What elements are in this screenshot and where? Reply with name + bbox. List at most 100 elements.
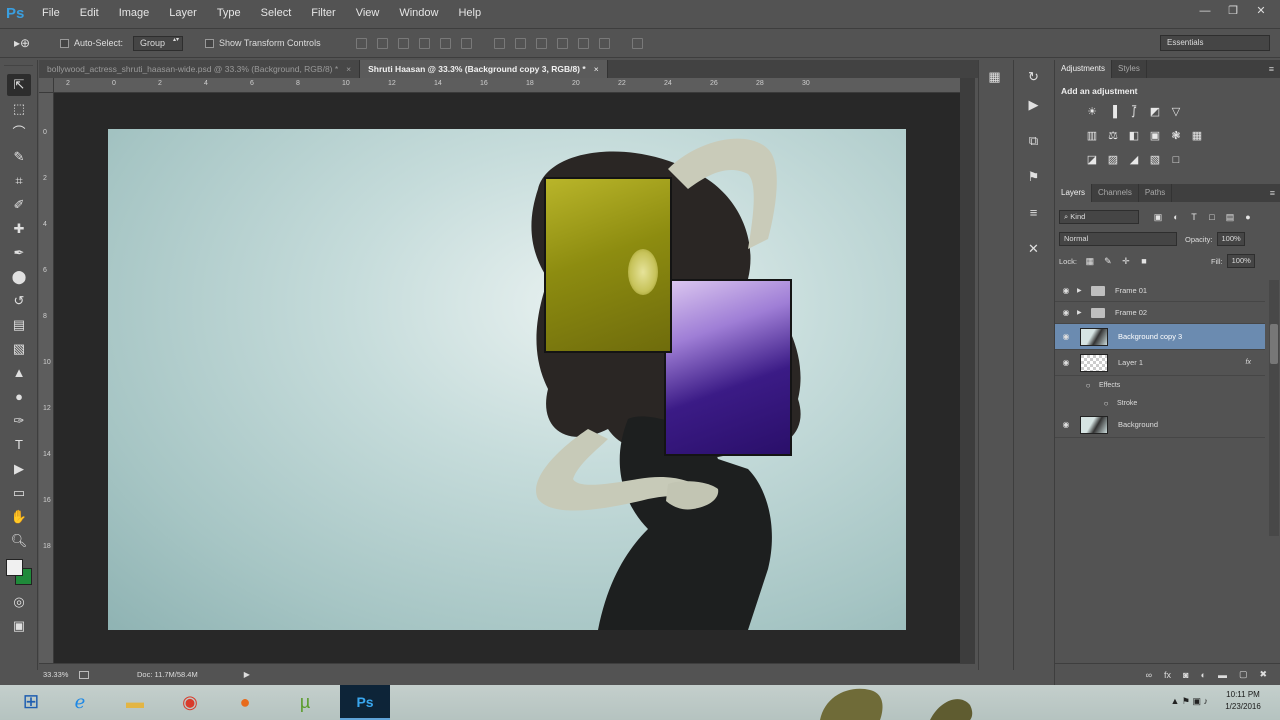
- lock-image-icon[interactable]: ✎: [1103, 256, 1113, 266]
- clock[interactable]: 10:11 PM 1/23/2016: [1216, 689, 1270, 713]
- tools-grip[interactable]: [4, 60, 33, 66]
- tab-styles[interactable]: Styles: [1112, 60, 1147, 78]
- actions-play-icon[interactable]: ▶: [1023, 94, 1045, 116]
- lock-all-icon[interactable]: ■: [1139, 256, 1149, 266]
- minimize-button[interactable]: —: [1192, 3, 1218, 19]
- selective-color-icon[interactable]: ▧: [1148, 153, 1162, 167]
- menu-window[interactable]: Window: [389, 0, 448, 27]
- menu-filter[interactable]: Filter: [301, 0, 345, 27]
- gradient-tool-icon[interactable]: ▧: [7, 338, 31, 360]
- blend-mode-dropdown[interactable]: Normal: [1059, 232, 1177, 246]
- align-bottom-edges-icon[interactable]: [397, 37, 409, 49]
- fx-badge-icon[interactable]: fx: [1246, 359, 1251, 366]
- align-top-edges-icon[interactable]: [355, 37, 367, 49]
- brush-tool-icon[interactable]: ✒: [7, 242, 31, 264]
- filter-type-icon[interactable]: T: [1189, 212, 1199, 222]
- move-tool-icon[interactable]: ⇱: [7, 74, 31, 96]
- history-icon[interactable]: ↻: [1023, 66, 1045, 88]
- align-vertical-centers-icon[interactable]: [376, 37, 388, 49]
- zoom-tool-icon[interactable]: 🔍︎: [7, 530, 31, 552]
- notes-icon[interactable]: ▦: [984, 66, 1006, 88]
- distribute-bottom-icon[interactable]: [535, 37, 547, 49]
- chrome-icon[interactable]: ◉: [165, 685, 215, 720]
- tray-icons[interactable]: ▲ ⚑ ▣ ♪: [1171, 696, 1208, 707]
- menu-layer[interactable]: Layer: [159, 0, 207, 27]
- brightness-contrast-icon[interactable]: ☀: [1085, 105, 1099, 119]
- menu-help[interactable]: Help: [448, 0, 491, 27]
- filter-pixel-icon[interactable]: ▣: [1153, 212, 1163, 222]
- filter-smart-object-icon[interactable]: ▤: [1225, 212, 1235, 222]
- vibrance-icon[interactable]: ▽: [1169, 105, 1183, 119]
- vertical-ruler[interactable]: 0 2 4 6 8 10 12 14 16 18: [39, 93, 54, 663]
- new-adjustment-layer-icon[interactable]: ◐: [1201, 670, 1206, 680]
- eyedropper-tool-icon[interactable]: ✐: [7, 194, 31, 216]
- add-layer-style-icon[interactable]: fx: [1164, 670, 1171, 680]
- auto-select-target-dropdown[interactable]: Group: [133, 35, 184, 51]
- layer-row-frame-02[interactable]: ◉ ▶ Frame 02: [1055, 302, 1265, 324]
- layer-row-frame-01[interactable]: ◉ ▶ Frame 01: [1055, 280, 1265, 302]
- tab-close-icon[interactable]: ×: [594, 64, 599, 74]
- layers-scrollbar[interactable]: [1269, 280, 1279, 536]
- export-icon[interactable]: [79, 670, 89, 679]
- menu-select[interactable]: Select: [251, 0, 302, 27]
- layers-scroll-thumb[interactable]: [1270, 324, 1278, 364]
- tool-presets-icon[interactable]: ✕: [1023, 238, 1045, 260]
- status-menu-arrow-icon[interactable]: ▶: [244, 670, 250, 679]
- align-left-edges-icon[interactable]: [418, 37, 430, 49]
- firefox-icon[interactable]: ●: [220, 685, 270, 720]
- distribute-top-icon[interactable]: [493, 37, 505, 49]
- utorrent-icon[interactable]: µ: [280, 685, 330, 720]
- visibility-eye-icon[interactable]: ◉: [1055, 420, 1077, 429]
- close-button[interactable]: ✕: [1248, 3, 1274, 19]
- quick-mask-icon[interactable]: ◎: [7, 591, 31, 613]
- screen-mode-icon[interactable]: ▣: [7, 615, 31, 637]
- photo-filter-icon[interactable]: ▣: [1148, 129, 1162, 143]
- tab-layers[interactable]: Layers: [1055, 184, 1093, 202]
- frame-02-purple-tint[interactable]: [664, 279, 792, 456]
- horizontal-ruler[interactable]: 2 0 2 4 6 8 10 12 14 16 18 20 22 24 26 2…: [54, 78, 960, 93]
- fill-input[interactable]: 100%: [1226, 254, 1255, 268]
- lock-transparent-icon[interactable]: ▦: [1085, 256, 1095, 266]
- menu-type[interactable]: Type: [207, 0, 251, 27]
- black-white-icon[interactable]: ◧: [1127, 129, 1141, 143]
- type-tool-icon[interactable]: T: [7, 434, 31, 456]
- visibility-eye-icon[interactable]: ◉: [1055, 308, 1077, 317]
- layer-row-background-copy-3[interactable]: ◉ Background copy 3: [1055, 324, 1265, 350]
- levels-icon[interactable]: ▐: [1106, 105, 1120, 119]
- tab-adjustments[interactable]: Adjustments: [1055, 60, 1113, 78]
- tab-close-icon[interactable]: ×: [346, 64, 351, 74]
- panel-menu-icon[interactable]: ≡: [1269, 60, 1280, 78]
- menu-edit[interactable]: Edit: [70, 0, 109, 27]
- filter-adjustment-icon[interactable]: ◐: [1171, 212, 1181, 222]
- tab-bollywood-psd[interactable]: bollywood_actress_shruti_haasan-wide.psd…: [39, 60, 361, 78]
- rectangle-tool-icon[interactable]: ▭: [7, 482, 31, 504]
- layers-panel-menu-icon[interactable]: ≡: [1270, 184, 1280, 202]
- file-explorer-icon[interactable]: ▬: [110, 685, 160, 720]
- link-layers-icon[interactable]: ∞: [1146, 670, 1152, 680]
- layer-row-layer-1[interactable]: ◉ Layer 1 fx: [1055, 350, 1265, 376]
- menu-image[interactable]: Image: [109, 0, 160, 27]
- history-brush-tool-icon[interactable]: ↺: [7, 290, 31, 312]
- start-button-windows-icon[interactable]: ⊞: [6, 685, 56, 720]
- marquee-tool-icon[interactable]: ⬚: [7, 98, 31, 120]
- restore-button[interactable]: ❐: [1220, 3, 1246, 19]
- photoshop-taskbar-icon[interactable]: Ps: [340, 685, 390, 720]
- ruler-origin[interactable]: [39, 78, 54, 93]
- canvas-pasteboard[interactable]: [54, 93, 960, 663]
- color-lookup-icon[interactable]: ▦: [1190, 129, 1204, 143]
- opacity-input[interactable]: 100%: [1216, 232, 1245, 246]
- menu-file[interactable]: File: [32, 0, 70, 27]
- align-horizontal-centers-icon[interactable]: [439, 37, 451, 49]
- delete-layer-icon[interactable]: ✖: [1259, 669, 1267, 680]
- layer-comps-icon[interactable]: ⧉: [1023, 130, 1045, 152]
- quick-selection-tool-icon[interactable]: ✎: [7, 146, 31, 168]
- layer-filter-kind-dropdown[interactable]: ⌕ Kind: [1059, 210, 1139, 224]
- tab-paths[interactable]: Paths: [1139, 184, 1173, 202]
- stroke-visibility-icon[interactable]: ○: [1095, 399, 1117, 408]
- layer-row-background[interactable]: ◉ Background: [1055, 412, 1265, 438]
- zoom-level[interactable]: 33.33%: [39, 670, 79, 679]
- crop-tool-icon[interactable]: ⌗: [7, 170, 31, 192]
- path-selection-tool-icon[interactable]: ▶: [7, 458, 31, 480]
- properties-icon[interactable]: ≡: [1023, 202, 1045, 224]
- invert-icon[interactable]: ◪: [1085, 153, 1099, 167]
